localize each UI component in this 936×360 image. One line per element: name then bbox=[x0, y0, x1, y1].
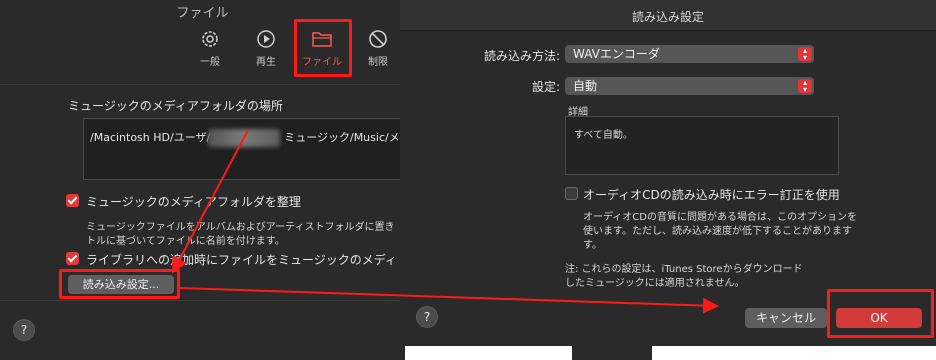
import-using-label: 読み込み方法: bbox=[483, 49, 560, 63]
setting-value: 自動 bbox=[573, 79, 598, 93]
copy-to-library-label[interactable]: ライブラリへの追加時にファイルをミュージックのメディ bbox=[86, 251, 397, 268]
organize-description-2: トルに基づいてファイルに名前を付けます。 bbox=[86, 236, 285, 247]
toolbar-playback[interactable]: 再生 bbox=[243, 28, 289, 68]
organize-checkbox[interactable] bbox=[66, 194, 79, 207]
toolbar-general[interactable]: 一般 bbox=[187, 28, 233, 68]
redacted-username bbox=[208, 129, 280, 147]
toolbar-restrictions-label: 制限 bbox=[368, 57, 388, 68]
copy-to-library-checkbox[interactable] bbox=[66, 252, 79, 265]
error-correction-label[interactable]: オーディオCDの読み込み時にエラー訂正を使用 bbox=[583, 186, 840, 203]
popup-arrows-icon: ▴ ▾ bbox=[798, 47, 812, 62]
import-settings-dialog: 読み込み設定 読み込み方法: WAVエンコーダ ▴ ▾ 設定: 自動 ▴ ▾ 詳細 … bbox=[400, 0, 936, 346]
error-correction-desc-1: オーディオCDの音質に問題がある場合は、このオプションを bbox=[583, 212, 857, 223]
footer-divider bbox=[0, 300, 405, 301]
organize-label[interactable]: ミュージックのメディアフォルダを整理 bbox=[86, 193, 301, 210]
toolbar-playback-label: 再生 bbox=[256, 57, 276, 68]
dialog-help-button[interactable]: ? bbox=[416, 306, 438, 328]
play-icon bbox=[257, 30, 275, 48]
popup-arrows-icon: ▴ ▾ bbox=[798, 79, 812, 94]
details-text: すべて自動。 bbox=[574, 130, 633, 141]
toolbar-general-label: 一般 bbox=[200, 57, 220, 68]
media-folder-heading: ミュージックのメディアフォルダの場所 bbox=[68, 99, 283, 113]
help-button[interactable]: ? bbox=[13, 319, 35, 341]
media-folder-path: /Macintosh HD/ユーザ/ミュージック/Music/メデ bbox=[90, 129, 411, 147]
dialog-title: 読み込み設定 bbox=[631, 10, 704, 24]
setting-popup[interactable]: 自動 ▴ ▾ bbox=[565, 77, 814, 95]
prohibit-icon bbox=[369, 30, 387, 48]
highlight-ok-button bbox=[827, 289, 934, 338]
import-using-popup[interactable]: WAVエンコーダ ▴ ▾ bbox=[565, 45, 814, 63]
note-line-1: 注: これらの設定は、iTunes Storeからダウンロード bbox=[565, 264, 803, 275]
toolbar-divider bbox=[0, 84, 405, 85]
error-correction-desc-3: す。 bbox=[583, 240, 602, 251]
error-correction-checkbox[interactable] bbox=[565, 187, 578, 200]
background-fragment bbox=[572, 346, 652, 360]
path-prefix: /Macintosh HD/ユーザ/ bbox=[90, 131, 211, 144]
import-using-value: WAVエンコーダ bbox=[573, 47, 660, 61]
note-line-2: したミュージックには適用されません。 bbox=[565, 278, 745, 289]
gear-icon bbox=[202, 31, 218, 47]
preferences-window: ファイル 一般 再生 ファイル 制限 ミュージックのメディアフォルダの場所 /M… bbox=[0, 0, 411, 360]
error-correction-desc-2: 使います。ただし、読み込み速度が低下することがあります bbox=[583, 226, 852, 237]
highlight-import-button bbox=[59, 269, 180, 299]
details-box: すべて自動。 bbox=[565, 116, 839, 175]
path-suffix: ミュージック/Music/メデ bbox=[284, 131, 411, 144]
highlight-files-tab bbox=[294, 19, 352, 77]
setting-label: 設定: bbox=[531, 80, 560, 94]
toolbar-restrictions[interactable]: 制限 bbox=[355, 28, 401, 68]
organize-description-1: ミュージックファイルをアルバムおよびアーティストフォルダに置き bbox=[86, 222, 395, 233]
media-folder-path-box: /Macintosh HD/ユーザ/ミュージック/Music/メデ bbox=[83, 118, 411, 180]
cancel-button[interactable]: キャンセル bbox=[745, 308, 827, 328]
